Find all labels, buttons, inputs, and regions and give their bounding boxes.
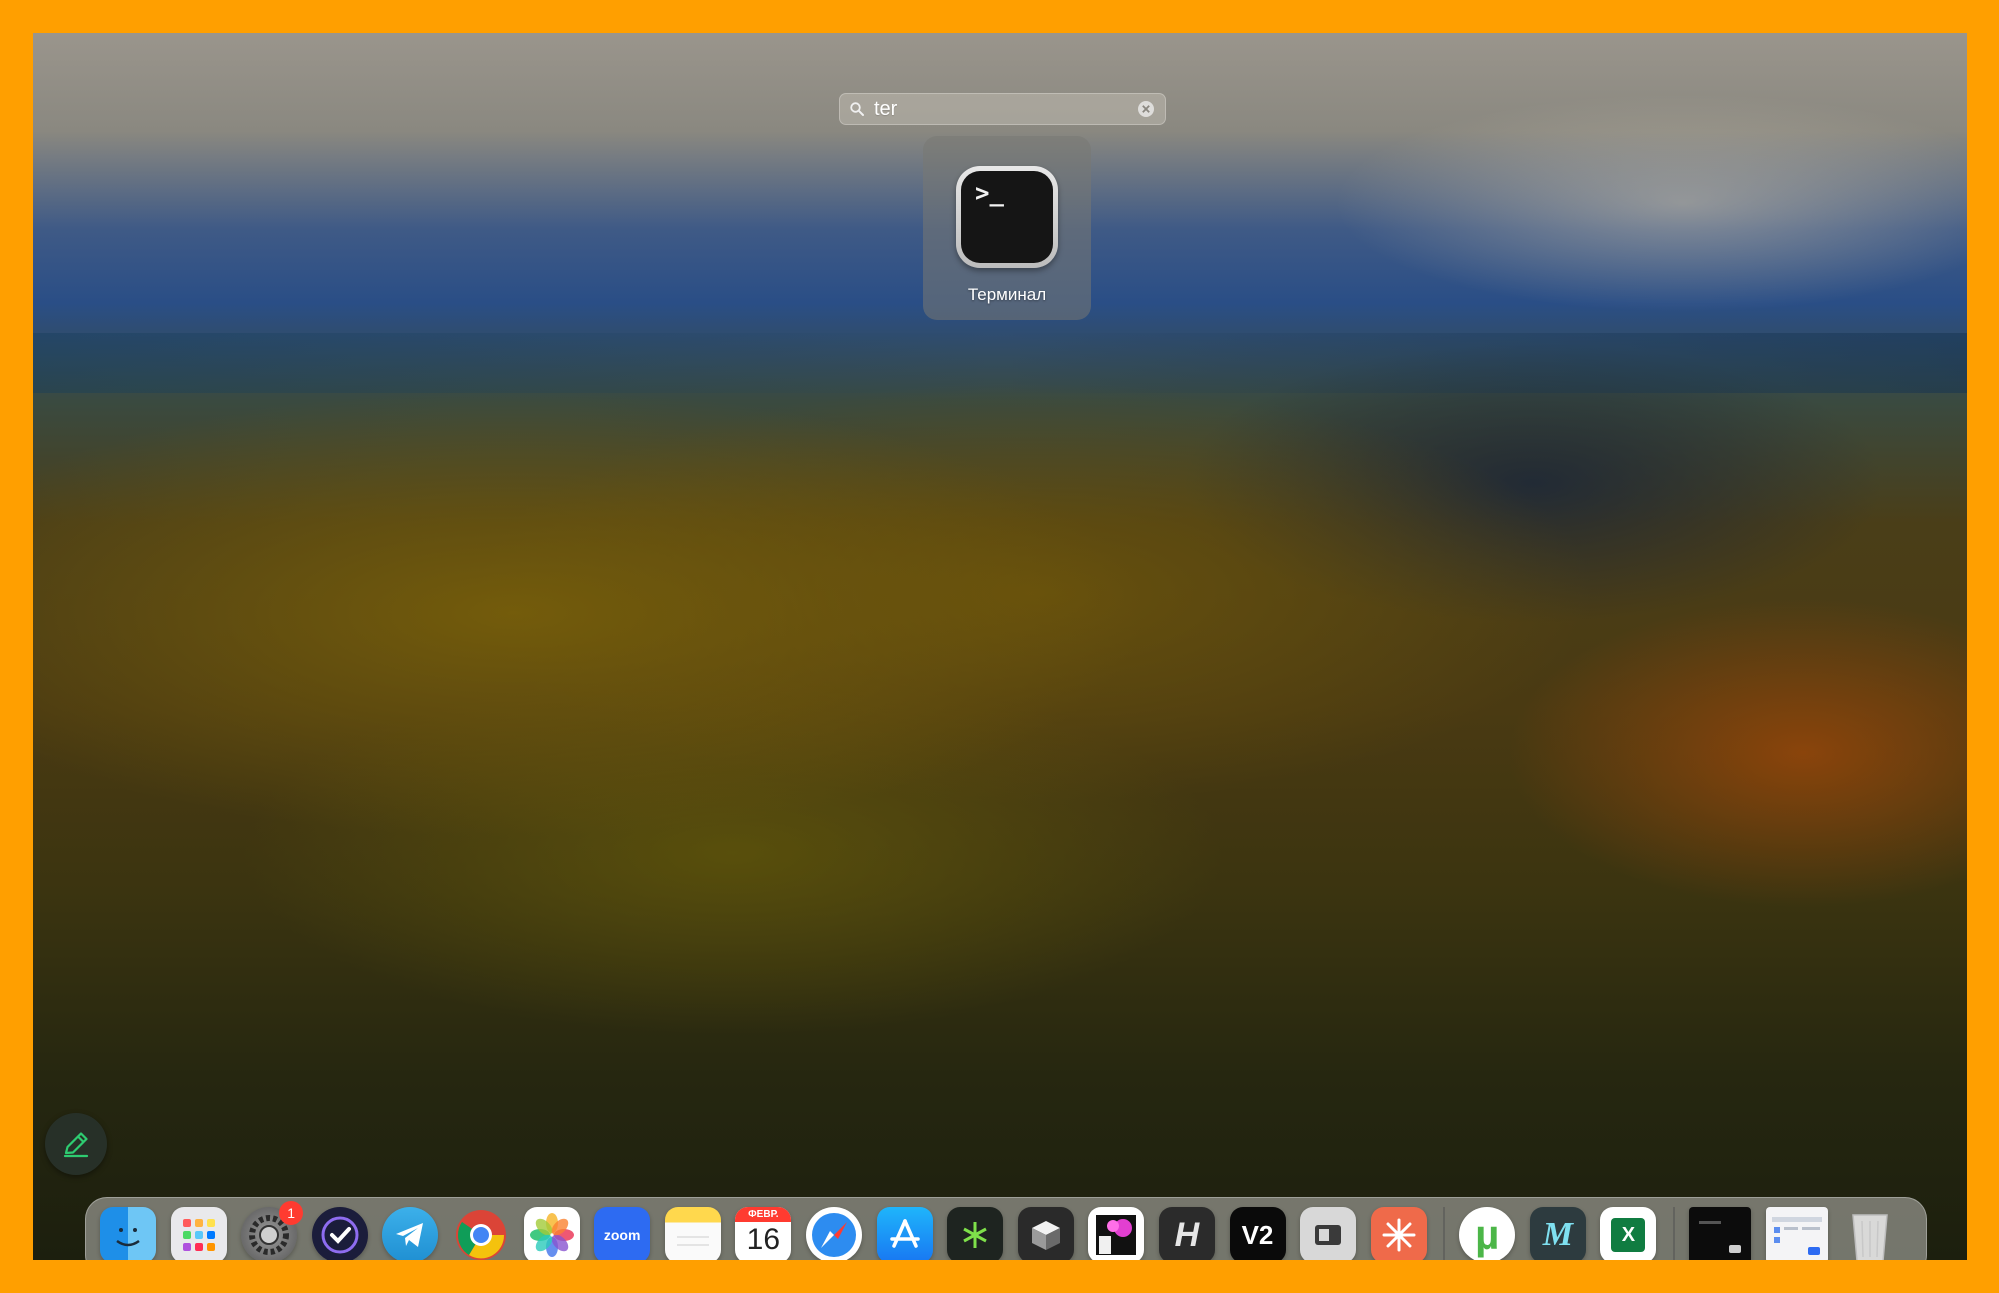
search-result-label: Терминал [967,285,1047,304]
window-icon [1315,1225,1342,1245]
dock-item-app-m[interactable]: M [1529,1207,1586,1260]
dock-item-launchpad[interactable] [170,1207,227,1260]
burst-icon [1382,1218,1416,1252]
dock-separator [1673,1207,1676,1260]
dock-item-app-cube[interactable] [1017,1207,1074,1260]
zoom-icon: zoom [603,1227,641,1243]
pencil-icon [63,1132,89,1158]
dock-item-notes[interactable] [664,1207,721,1260]
terminal-prompt-glyph: >_ [975,179,1004,207]
excel-icon: X [1611,1218,1646,1252]
spotlight-search-field[interactable]: ter [839,93,1166,125]
calendar-icon: 16 [746,1223,781,1256]
desktop: ter >_ Терминал 1 zoom ФЕВР. 16 H V2 µ M… [33,33,1967,1260]
dock-item-app-store[interactable] [876,1207,933,1260]
dock-item-photos[interactable] [523,1207,580,1260]
calendar-month: ФЕВР. [735,1207,792,1222]
dock-item-app-v2[interactable]: V2 [1229,1207,1286,1260]
compass-icon [811,1213,856,1257]
dock-item-calendar[interactable]: ФЕВР. 16 [735,1207,792,1260]
search-result-terminal[interactable]: >_ Терминал [923,136,1091,320]
pixel-art-icon [1096,1215,1137,1255]
app-store-icon [889,1219,920,1248]
notes-icon [676,1236,709,1246]
dock-item-app-burst[interactable] [1370,1207,1427,1260]
dock-item-recent-window-2[interactable] [1765,1207,1828,1260]
trash-icon [1852,1214,1889,1260]
notification-badge: 1 [279,1201,304,1225]
dock-separator [1443,1207,1446,1260]
dock-item-zoom[interactable]: zoom [594,1207,651,1260]
v2-icon: V2 [1241,1219,1274,1250]
dock: 1 zoom ФЕВР. 16 H V2 µ M X [85,1197,1927,1260]
chrome-icon [455,1210,506,1260]
terminal-icon[interactable]: >_ [956,166,1058,268]
dock-item-app-h[interactable]: H [1158,1207,1215,1260]
cube-icon [1031,1221,1060,1250]
checkmark-icon [321,1216,359,1254]
dock-item-recent-window-1[interactable] [1689,1207,1752,1260]
search-icon [850,102,864,116]
window-thumbnail-icon [1699,1221,1742,1253]
m-letter-icon: M [1542,1216,1573,1253]
dock-item-safari[interactable] [805,1207,862,1260]
clear-icon[interactable] [1137,100,1155,118]
dock-item-app-green[interactable] [947,1207,1004,1260]
dock-item-chrome[interactable] [453,1207,509,1260]
dock-item-app-window[interactable] [1300,1207,1357,1260]
edit-button[interactable] [45,1113,107,1175]
dock-item-omnifocus[interactable] [311,1207,368,1260]
utorrent-icon: µ [1475,1211,1500,1258]
dock-item-telegram[interactable] [382,1207,439,1260]
paper-plane-icon [396,1223,424,1247]
dock-item-excel[interactable]: X [1600,1207,1657,1260]
asterisk-icon [963,1222,987,1248]
dock-item-trash[interactable] [1842,1207,1898,1260]
dock-item-finder[interactable] [100,1207,156,1260]
h-letter-icon: H [1174,1215,1200,1254]
launchpad-icon [182,1219,215,1251]
dock-item-app-pixel[interactable] [1088,1207,1145,1260]
search-input[interactable]: ter [874,98,1137,121]
dock-item-system-settings[interactable]: 1 [241,1201,304,1260]
finder-icon [116,1228,140,1247]
photos-icon [529,1213,574,1257]
window-thumbnail-icon [1771,1217,1822,1255]
dock-item-utorrent[interactable]: µ [1459,1207,1516,1260]
